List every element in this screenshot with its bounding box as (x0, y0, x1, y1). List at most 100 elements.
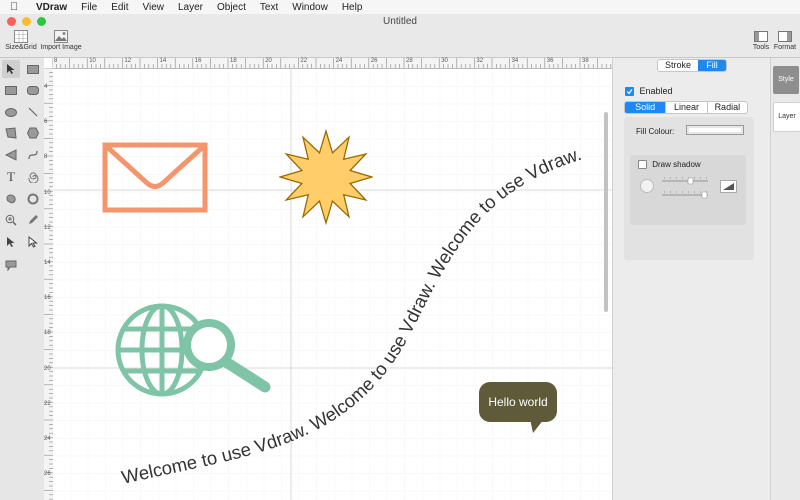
tools-label: Tools (752, 44, 770, 51)
triangle-tool-icon[interactable] (2, 146, 20, 164)
ruler-left-label: 14 (44, 260, 51, 266)
ruler-left-label: 20 (44, 365, 51, 372)
side-tab-style[interactable]: Style (773, 66, 799, 94)
fill-colour-label: Fill Colour: (636, 127, 675, 136)
ruler-left-label: 18 (44, 330, 51, 337)
format-label: Format (773, 44, 797, 51)
enabled-label: Enabled (639, 86, 673, 96)
enabled-checkbox[interactable] (625, 87, 634, 97)
comment-tool-icon[interactable] (2, 256, 20, 274)
drawing-canvas[interactable]: Welcome to use Vdraw. Welcome to use Vdr… (53, 69, 612, 500)
size-grid-button[interactable]: Size&Grid (4, 30, 38, 51)
ruler-top-label: 16 (194, 58, 202, 64)
canvas-scrollbar[interactable] (604, 112, 608, 312)
curve-tool-icon[interactable] (24, 146, 42, 164)
sidebar-left-icon (754, 30, 768, 43)
ring-tool-icon[interactable] (24, 190, 42, 208)
menu-edit[interactable]: Edit (111, 2, 128, 13)
fill-type-solid[interactable]: Solid (625, 102, 666, 113)
ruler-left-label: 4 (44, 84, 48, 90)
menu-layer[interactable]: Layer (178, 2, 203, 13)
ruler-horizontal: 8 10 12 14 16 18 20 22 24 26 28 30 32 34 36 38 (52, 58, 612, 69)
curved-text-path[interactable]: Welcome to use Vdraw. Welcome to use Vdr… (53, 69, 612, 500)
ruler-top-label: 24 (335, 58, 343, 64)
ruler-left-label: 10 (44, 189, 51, 196)
ruler-top-label: 12 (124, 58, 132, 64)
stroke-fill-tabs: Stroke Fill (657, 59, 727, 72)
import-image-label: Import Image (40, 44, 82, 51)
curved-text: Welcome to use Vdraw. Welcome to use Vdr… (119, 143, 583, 488)
menu-file[interactable]: File (81, 2, 97, 13)
rect-outline-tool-icon[interactable] (2, 81, 20, 99)
hexagon-tool-icon[interactable] (24, 124, 42, 142)
ruler-top-label: 26 (370, 58, 378, 64)
fill-type-linear[interactable]: Linear (665, 102, 706, 113)
rectangle-tool-icon[interactable] (24, 60, 42, 78)
sidebar-right-icon (778, 30, 792, 43)
fill-colour-well[interactable] (686, 125, 744, 135)
size-grid-label: Size&Grid (5, 44, 37, 51)
menu-help[interactable]: Help (342, 2, 363, 13)
ruler-top-label: 8 (54, 58, 58, 64)
blob-tool-icon[interactable] (2, 190, 20, 208)
ellipse-tool-icon[interactable] (2, 103, 20, 121)
ruler-left-label: 16 (44, 295, 51, 302)
import-image-button[interactable]: Import Image (40, 30, 82, 51)
menu-bar:  VDraw File Edit View Layer Object Text… (0, 0, 800, 15)
apple-icon[interactable]:  (10, 1, 24, 13)
menu-app-name[interactable]: VDraw (36, 2, 67, 13)
ruler-top-label: 38 (582, 58, 589, 64)
fill-type-radial[interactable]: Radial (706, 102, 747, 113)
svg-text:Welcome to use Vdraw. Welcome: Welcome to use Vdraw. Welcome to use Vdr… (119, 143, 583, 488)
tools-button[interactable]: Tools (750, 30, 772, 51)
fill-type-segments: Solid Linear Radial (624, 101, 748, 114)
tab-fill[interactable]: Fill (698, 60, 726, 71)
speech-bubble[interactable]: Hello world (479, 382, 557, 422)
shadow-angle-dial[interactable] (640, 179, 654, 193)
ruler-left-label: 22 (44, 400, 51, 407)
shadow-color-well[interactable] (720, 180, 737, 193)
speech-bubble-tail (530, 419, 544, 433)
shadow-sliders[interactable] (662, 176, 710, 200)
ruler-top-label: 28 (406, 58, 413, 64)
ruler-top-label: 32 (476, 58, 484, 64)
ruler-top-label: 36 (546, 58, 554, 64)
zoom-tool-icon[interactable] (2, 211, 20, 229)
draw-shadow-row[interactable]: Draw shadow (638, 160, 701, 170)
grid-icon (14, 30, 28, 43)
side-tab-bar: Style Layer (770, 58, 800, 500)
title-bar: Untitled (0, 14, 800, 30)
pencil-tool-icon[interactable] (24, 211, 42, 229)
ruler-left-label: 12 (44, 224, 51, 231)
image-icon (54, 30, 68, 43)
rounded-rect-tool-icon[interactable] (24, 81, 42, 99)
menu-object[interactable]: Object (217, 2, 246, 13)
text-tool-icon[interactable]: T (2, 168, 20, 186)
ruler-top-label: 30 (441, 58, 448, 64)
window-title: Untitled (383, 16, 417, 27)
menu-window[interactable]: Window (292, 2, 328, 13)
format-button[interactable]: Format (773, 30, 797, 51)
line-tool-icon[interactable] (24, 103, 42, 121)
menu-text[interactable]: Text (260, 2, 278, 13)
ruler-left-label: 6 (44, 119, 48, 126)
ruler-top-label: 18 (230, 58, 237, 64)
direct-select-tool-icon[interactable] (2, 233, 20, 251)
draw-shadow-checkbox[interactable] (638, 160, 647, 170)
node-select-tool-icon[interactable] (24, 233, 42, 251)
side-tab-layer[interactable]: Layer (773, 102, 800, 132)
ruler-top-label: 20 (265, 58, 272, 64)
ruler-top-label: 14 (159, 58, 167, 64)
speech-bubble-text: Hello world (488, 395, 548, 409)
ruler-top-label: 34 (511, 58, 519, 64)
parallelogram-tool-icon[interactable] (2, 124, 20, 142)
ruler-top-label: 22 (300, 58, 308, 64)
select-tool-icon[interactable] (2, 60, 20, 78)
enabled-row[interactable]: Enabled (625, 86, 673, 97)
menu-view[interactable]: View (142, 2, 164, 13)
tab-stroke[interactable]: Stroke (658, 60, 698, 71)
draw-shadow-label: Draw shadow (652, 160, 701, 169)
spiral-tool-icon[interactable] (24, 168, 42, 186)
ruler-left-label: 24 (44, 436, 51, 442)
ruler-top-label: 10 (89, 58, 96, 64)
